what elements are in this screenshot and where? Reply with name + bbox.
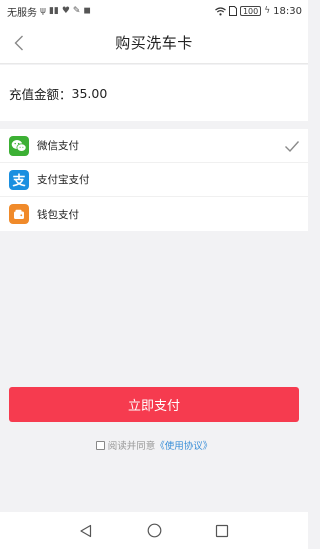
agreement-link[interactable]: 《使用协议》 [155, 438, 212, 452]
pen-icon: ✎ [72, 5, 81, 16]
status-right: 100 ϟ 18:30 [215, 6, 302, 17]
wallet-icon [9, 204, 29, 224]
usb-icon: ψ [40, 5, 46, 16]
battery-indicator: 100 [239, 6, 262, 16]
checkmark-icon [285, 141, 300, 153]
status-bar: 无服务 ψ ▮▮ ♥ ✎ ◼ 100 ϟ 18:30 [0, 0, 308, 22]
system-nav-bar [0, 512, 308, 549]
page-title: 购买洗车卡 [115, 34, 193, 52]
square-recents-icon [215, 524, 229, 537]
recharge-amount-value: 35.00 [71, 85, 108, 101]
payment-option-alipay[interactable]: 支 支付宝支付 [0, 163, 308, 197]
payment-option-label: 钱包支付 [37, 208, 79, 221]
charging-icon: ϟ [264, 5, 271, 16]
header: 购买洗车卡 [0, 22, 308, 64]
wifi-icon [215, 6, 226, 15]
nav-recents-button[interactable] [213, 522, 231, 540]
nav-back-button[interactable] [77, 522, 95, 540]
payment-option-label: 微信支付 [37, 140, 79, 152]
agreement-row: 阅读并同意 《使用协议》 [0, 438, 308, 452]
carrier-text: 无服务 [7, 7, 37, 19]
agreement-checkbox[interactable] [95, 440, 105, 450]
triangle-back-icon [80, 524, 92, 537]
payment-option-label: 支付宝支付 [37, 174, 90, 186]
recharge-amount-row: 充值金额： 35.00 [0, 65, 308, 121]
back-button[interactable] [6, 30, 32, 56]
chevron-left-icon [14, 35, 23, 51]
payment-method-list: 微信支付 支 支付宝支付 钱包支付 [0, 129, 308, 231]
agreement-text: 阅读并同意 [107, 441, 156, 452]
status-left: 无服务 ψ ▮▮ ♥ ✎ ◼ [7, 4, 91, 19]
clock: 18:30 [273, 5, 302, 17]
nav-home-button[interactable] [145, 522, 163, 540]
heart-icon: ♥ [61, 5, 70, 16]
notification-icon: ▮▮ [48, 5, 59, 16]
alipay-icon: 支 [9, 169, 29, 190]
payment-option-wallet[interactable]: 钱包支付 [0, 197, 308, 231]
recharge-amount-label: 充值金额： [9, 86, 72, 102]
payment-option-wechat[interactable]: 微信支付 [0, 129, 308, 163]
app-notification-icon: ◼ [83, 5, 91, 16]
circle-home-icon [147, 523, 161, 538]
wechat-pay-icon [9, 135, 29, 156]
pay-now-button[interactable]: 立即支付 [9, 387, 299, 422]
sim-icon [228, 6, 237, 16]
